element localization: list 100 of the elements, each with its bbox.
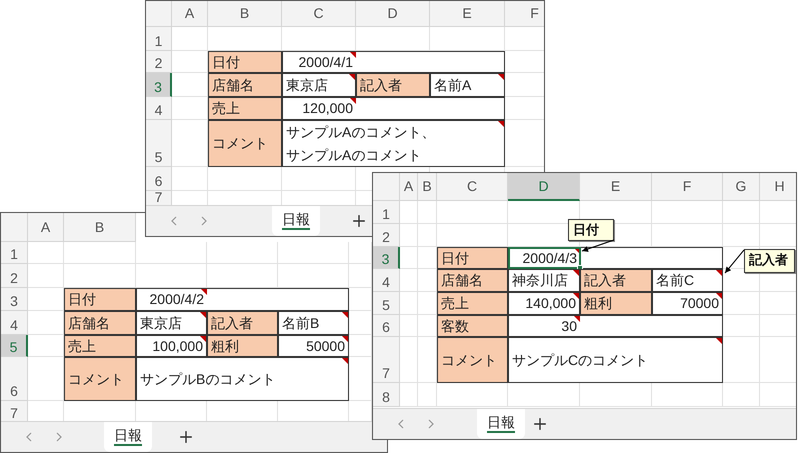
grid-cell[interactable]: [172, 167, 208, 191]
column-header[interactable]: F: [505, 1, 544, 27]
table-cell[interactable]: 粗利: [580, 292, 652, 315]
grid-cell[interactable]: [400, 224, 418, 247]
table-cell[interactable]: 名前A: [430, 73, 505, 97]
row-header[interactable]: 5: [146, 120, 172, 167]
grid-cell[interactable]: [64, 242, 136, 264]
table-cell[interactable]: 神奈川店: [508, 269, 580, 292]
row-header[interactable]: 4: [373, 269, 400, 292]
table-cell[interactable]: 客数: [437, 315, 508, 337]
table-cell[interactable]: 店舗名: [437, 269, 508, 292]
row-header[interactable]: 7: [1, 401, 28, 421]
grid-cell[interactable]: [418, 224, 437, 247]
grid-cell[interactable]: [400, 292, 418, 315]
table-cell[interactable]: 2000/4/2: [136, 288, 349, 311]
row-header[interactable]: 2: [146, 51, 172, 73]
column-header[interactable]: E: [430, 1, 505, 27]
select-all-corner[interactable]: [146, 1, 172, 27]
table-cell[interactable]: 売上: [437, 292, 508, 315]
row-header[interactable]: 6: [146, 167, 172, 191]
grid-cell[interactable]: [723, 224, 760, 247]
grid-cell[interactable]: [400, 383, 418, 407]
table-cell[interactable]: 140,000: [508, 292, 580, 315]
add-sheet-icon[interactable]: [179, 430, 193, 444]
add-sheet-icon[interactable]: [352, 214, 366, 228]
row-header[interactable]: 1: [146, 27, 172, 51]
table-cell[interactable]: 東京店: [282, 73, 356, 97]
grid-cell[interactable]: [207, 242, 278, 264]
row-header[interactable]: 5: [1, 335, 28, 357]
row-header[interactable]: 7: [146, 191, 172, 205]
column-header[interactable]: D: [508, 173, 580, 201]
table-cell[interactable]: 日付: [208, 51, 282, 73]
grid-cell[interactable]: [723, 201, 760, 224]
column-header[interactable]: H: [760, 173, 796, 201]
grid-cell[interactable]: [28, 242, 64, 264]
table-cell[interactable]: 50000: [278, 335, 349, 357]
table-cell[interactable]: 記入者: [207, 311, 278, 335]
grid-cell[interactable]: [278, 242, 349, 264]
table-cell[interactable]: コメント: [208, 120, 282, 167]
row-header[interactable]: 7: [373, 337, 400, 383]
column-header[interactable]: G: [723, 173, 760, 201]
table-cell[interactable]: 店舗名: [208, 73, 282, 97]
column-header[interactable]: C: [282, 1, 356, 27]
grid-cell[interactable]: [652, 201, 723, 224]
grid-cell[interactable]: [28, 264, 64, 288]
row-header[interactable]: 3: [1, 288, 28, 311]
table-cell[interactable]: 記入者: [356, 73, 430, 97]
grid-cell[interactable]: [400, 201, 418, 224]
grid-cell[interactable]: [418, 383, 437, 407]
table-cell[interactable]: コメント: [437, 337, 508, 383]
table-cell[interactable]: 2000/4/3: [508, 247, 723, 269]
table-cell[interactable]: サンプルBのコメント: [136, 357, 349, 401]
add-sheet-icon[interactable]: [533, 417, 547, 431]
sheet-tab[interactable]: 日報: [477, 409, 525, 439]
column-header[interactable]: B: [418, 173, 437, 201]
select-all-corner[interactable]: [373, 173, 400, 201]
grid-cell[interactable]: [437, 201, 508, 224]
column-header[interactable]: A: [28, 213, 64, 242]
select-all-corner[interactable]: [1, 213, 28, 242]
row-header[interactable]: 5: [373, 292, 400, 315]
row-header[interactable]: 3: [146, 73, 172, 97]
grid-cell[interactable]: [723, 383, 760, 407]
table-cell[interactable]: サンプルCのコメント: [508, 337, 723, 383]
column-header[interactable]: C: [437, 173, 508, 201]
row-header[interactable]: 4: [146, 97, 172, 120]
column-header[interactable]: B: [64, 213, 136, 242]
row-header[interactable]: 2: [1, 264, 28, 288]
table-cell[interactable]: 30: [508, 315, 723, 337]
row-header[interactable]: 1: [373, 201, 400, 224]
table-cell[interactable]: 日付: [437, 247, 508, 269]
row-header[interactable]: 2: [373, 224, 400, 247]
table-cell[interactable]: 記入者: [580, 269, 652, 292]
row-header[interactable]: 8: [373, 383, 400, 407]
row-header[interactable]: 6: [373, 315, 400, 337]
table-cell[interactable]: 名前C: [652, 269, 723, 292]
table-cell[interactable]: 東京店: [136, 311, 207, 335]
column-header[interactable]: B: [208, 1, 282, 27]
grid-cell[interactable]: [172, 27, 208, 51]
column-header[interactable]: E: [580, 173, 652, 201]
table-cell[interactable]: 売上: [64, 335, 136, 357]
sheet-tab[interactable]: 日報: [272, 206, 320, 236]
grid-cell[interactable]: [400, 337, 418, 383]
column-header[interactable]: A: [172, 1, 208, 27]
table-cell[interactable]: コメント: [64, 357, 136, 401]
row-header[interactable]: 1: [1, 242, 28, 264]
grid-cell[interactable]: [136, 242, 207, 264]
grid-cell[interactable]: [418, 201, 437, 224]
sheet-tab[interactable]: 日報: [104, 422, 152, 452]
table-cell[interactable]: 日付: [64, 288, 136, 311]
row-header[interactable]: 3: [373, 247, 400, 269]
table-cell[interactable]: 店舗名: [64, 311, 136, 335]
row-header[interactable]: 4: [1, 311, 28, 335]
table-cell[interactable]: 120,000: [282, 97, 505, 120]
grid-cell[interactable]: [400, 269, 418, 292]
grid-cell[interactable]: [400, 315, 418, 337]
table-cell[interactable]: 100,000: [136, 335, 207, 357]
column-header[interactable]: D: [356, 1, 430, 27]
row-header[interactable]: 6: [1, 357, 28, 401]
column-header[interactable]: F: [652, 173, 723, 201]
table-cell[interactable]: 2000/4/1: [282, 51, 505, 73]
